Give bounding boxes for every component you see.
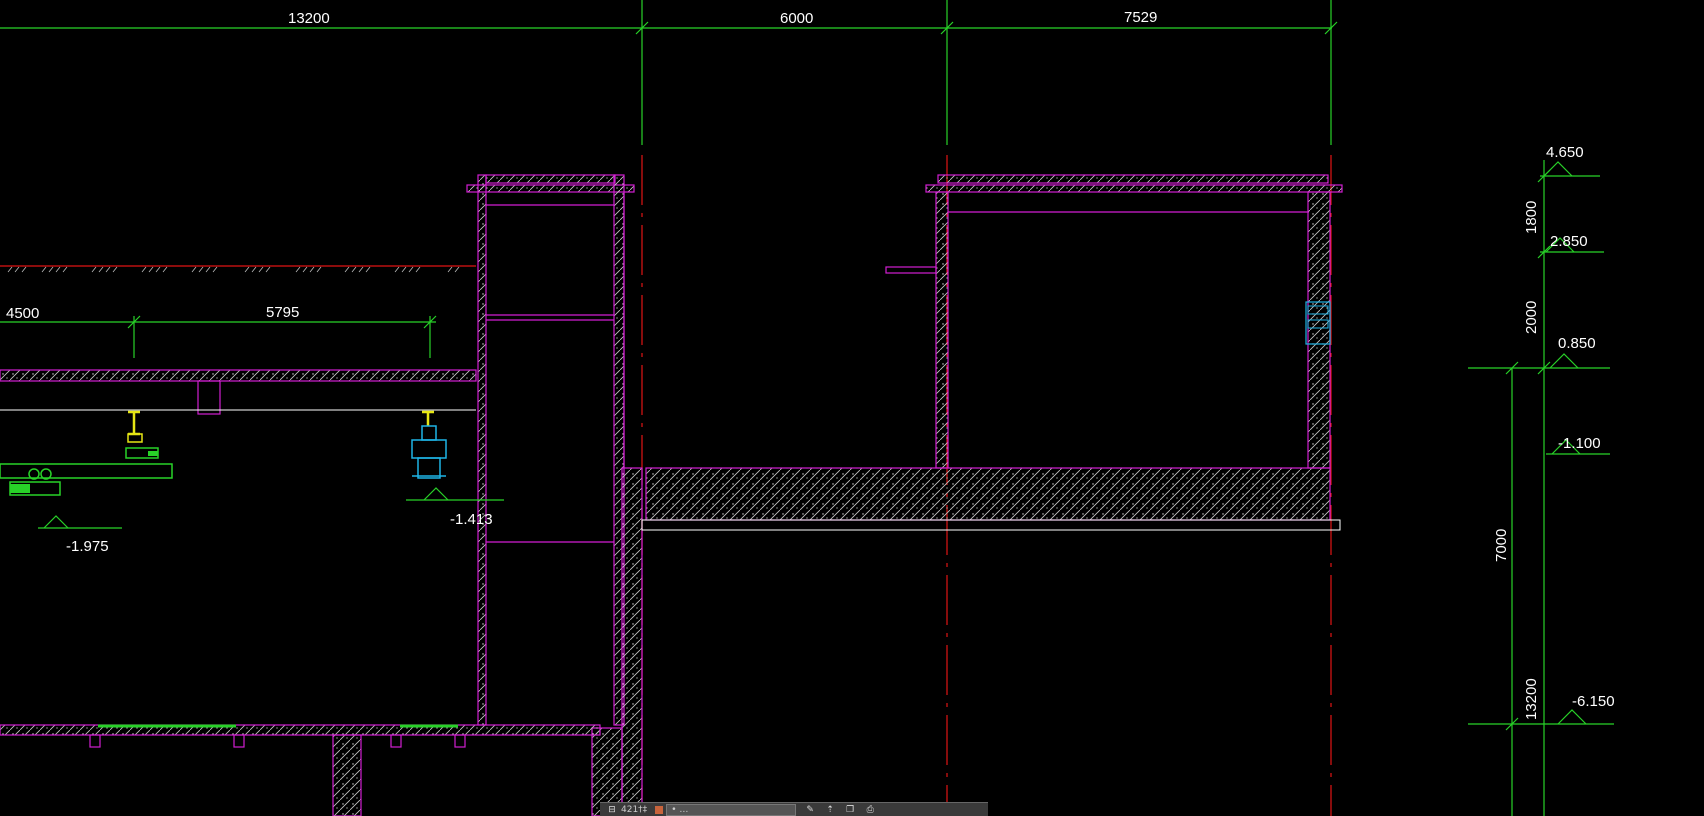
vdim-2000: 2000	[1523, 301, 1540, 334]
status-left-label[interactable]: ⊟ 421†‡	[606, 805, 647, 815]
level-minus-1100: -1.100	[1558, 435, 1601, 452]
vdim-1800: 1800	[1523, 201, 1540, 234]
level-2850: 2.850	[1550, 233, 1588, 250]
dim-5795: 5795	[266, 304, 299, 321]
copy-icon[interactable]: ❐	[844, 805, 856, 815]
dim-4500: 4500	[6, 305, 39, 322]
layer-selector[interactable]: • …	[655, 803, 797, 816]
right-level-scale	[1468, 160, 1614, 816]
hoist-equipment-left	[0, 410, 173, 496]
layer-icon: ⊟	[608, 804, 616, 815]
level-0850: 0.850	[1558, 335, 1596, 352]
right-tank	[885, 174, 1343, 469]
layer-color-swatch	[655, 805, 664, 814]
print-icon[interactable]: ⎙	[864, 805, 876, 815]
layer-field[interactable]: • …	[666, 803, 797, 816]
pointer-icon[interactable]: ⇡	[824, 805, 836, 815]
cad-drawing-canvas[interactable]: 13200 6000 7529 4500 5795	[0, 0, 1704, 816]
vdim-7000: 7000	[1493, 529, 1510, 562]
base-slab-underside	[641, 519, 1341, 531]
mid-dimension-chain	[0, 315, 437, 358]
base-slab	[645, 467, 1331, 521]
ground-line	[0, 265, 476, 273]
left-outer-wall	[621, 467, 643, 816]
level-minus-6150: -6.150	[1572, 693, 1615, 710]
level-mark-minus-1413	[406, 487, 504, 501]
level-text-minus-1413: -1.4​13	[450, 511, 493, 528]
pen-icon[interactable]: ✎	[804, 805, 816, 815]
level-text-minus-1975: -1.975	[66, 538, 109, 555]
status-bar: ⊟ 421†‡ • … ✎ ⇡ ❐ ⎙	[600, 802, 988, 816]
level-4650: 4.650	[1546, 144, 1584, 161]
left-shaft	[466, 174, 635, 726]
dim-6000: 6000	[780, 10, 813, 27]
status-left-text: 421†‡	[621, 804, 648, 815]
dim-7529: 7529	[1124, 9, 1157, 26]
left-upper-slab	[0, 369, 477, 415]
vdim-13200: 13200	[1523, 678, 1540, 720]
level-mark-minus-1975	[38, 515, 122, 529]
dim-13200: 13200	[288, 10, 330, 27]
hoist-equipment-right	[411, 410, 447, 479]
left-bottom-slab	[0, 724, 601, 816]
